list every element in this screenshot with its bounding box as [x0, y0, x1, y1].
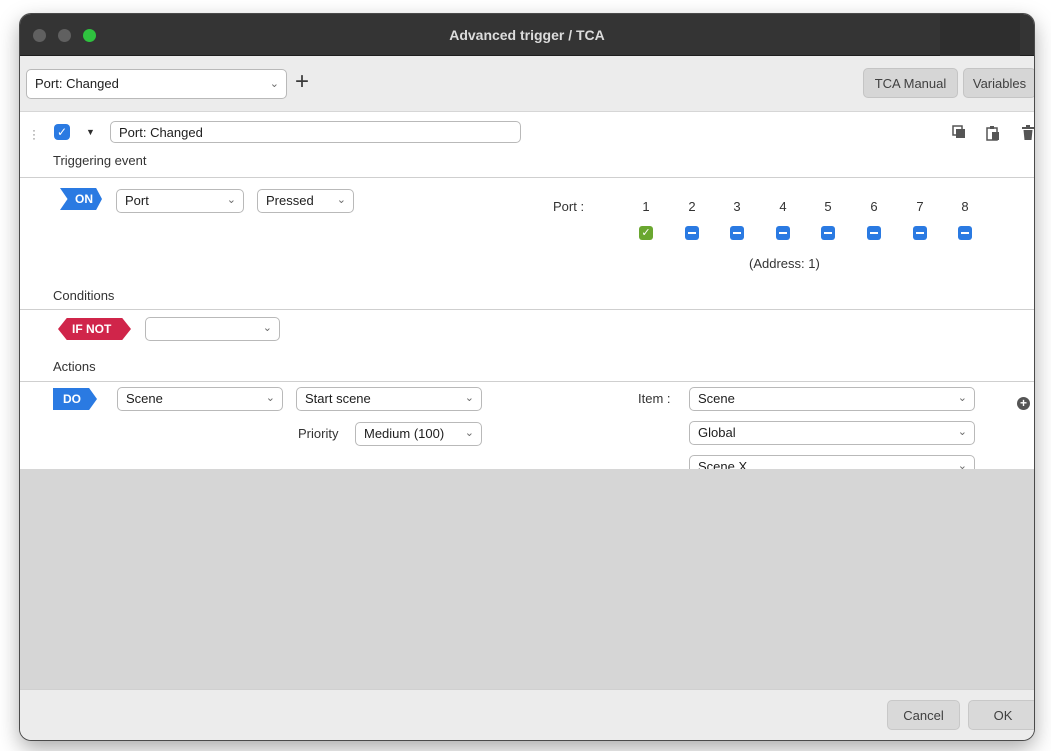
drag-handle-icon[interactable]: · · ·	[32, 124, 36, 144]
chevron-down-icon: ⌄	[464, 427, 474, 439]
action-command-select[interactable]: Start scene ⌄	[296, 387, 482, 411]
rule-editor: · · · ✓ ▼ Port: Changed Triggering event O…	[20, 112, 1034, 479]
add-action-icon[interactable]: +	[1017, 397, 1030, 410]
divider	[20, 381, 1034, 382]
port-2-checkbox[interactable]	[685, 226, 699, 240]
cancel-button[interactable]: Cancel	[887, 700, 960, 730]
ok-button[interactable]: OK	[968, 700, 1034, 730]
collapse-caret-icon[interactable]: ▼	[86, 127, 95, 137]
on-pill: ON	[60, 188, 102, 210]
paste-icon[interactable]	[986, 125, 1000, 144]
chevron-down-icon: ⌄	[957, 392, 967, 404]
item-category-value: Scene	[698, 391, 735, 406]
port-7-checkbox[interactable]	[913, 226, 927, 240]
item-label: Item :	[638, 391, 671, 406]
add-trigger-button[interactable]: +	[291, 68, 313, 98]
port-number: 3	[733, 199, 741, 214]
priority-label: Priority	[298, 426, 339, 441]
port-number: 2	[688, 199, 696, 214]
title-bar: Advanced trigger / TCA	[20, 14, 1034, 56]
port-3-checkbox[interactable]	[730, 226, 744, 240]
if-not-pill[interactable]: IF NOT	[58, 318, 131, 340]
port-label: Port :	[553, 199, 585, 214]
conditions-label: Conditions	[53, 288, 115, 303]
chevron-down-icon: ⌄	[262, 322, 272, 334]
chevron-down-icon: ⌄	[226, 194, 236, 206]
action-command-value: Start scene	[305, 391, 371, 406]
address-label: (Address: 1)	[749, 256, 820, 271]
port-number: 5	[824, 199, 832, 214]
trash-icon[interactable]	[1022, 125, 1034, 143]
priority-value: Medium (100)	[364, 426, 445, 441]
port-6-checkbox[interactable]	[867, 226, 881, 240]
chevron-down-icon: ⌄	[269, 78, 279, 90]
divider	[20, 309, 1034, 310]
chevron-down-icon: ⌄	[464, 392, 474, 404]
port-5-checkbox[interactable]	[821, 226, 835, 240]
event-type-select[interactable]: Pressed ⌄	[257, 189, 354, 213]
advanced-trigger-window: Advanced trigger / TCA Port: Changed ⌄ +…	[20, 14, 1034, 740]
port-4-checkbox[interactable]	[776, 226, 790, 240]
do-pill: DO	[53, 388, 97, 410]
port-number: 1	[642, 199, 650, 214]
port-8-checkbox[interactable]	[958, 226, 972, 240]
triggering-event-label: Triggering event	[53, 153, 147, 168]
chevron-down-icon: ⌄	[336, 194, 346, 206]
chevron-down-icon: ⌄	[957, 426, 967, 438]
variables-button[interactable]: Variables	[963, 68, 1034, 98]
priority-select[interactable]: Medium (100) ⌄	[355, 422, 482, 446]
actions-label: Actions	[53, 359, 96, 374]
tca-manual-button[interactable]: TCA Manual	[863, 68, 958, 98]
action-type-value: Scene	[126, 391, 163, 406]
footer: Cancel OK	[20, 689, 1034, 740]
action-type-select[interactable]: Scene ⌄	[117, 387, 283, 411]
condition-select[interactable]: ⌄	[145, 317, 280, 341]
event-type-value: Pressed	[266, 193, 314, 208]
port-number: 7	[916, 199, 924, 214]
event-source-value: Port	[125, 193, 149, 208]
title-bar-shade	[940, 14, 1020, 56]
item-group-select[interactable]: Global ⌄	[689, 421, 975, 445]
port-number: 4	[779, 199, 787, 214]
rule-name-input[interactable]: Port: Changed	[110, 121, 521, 143]
port-1-checkbox[interactable]: ✓	[639, 226, 653, 240]
trigger-select[interactable]: Port: Changed ⌄	[26, 69, 287, 99]
rule-enabled-checkbox[interactable]: ✓	[54, 124, 70, 140]
toolbar: Port: Changed ⌄ + TCA Manual Variables	[20, 56, 1034, 112]
item-category-select[interactable]: Scene ⌄	[689, 387, 975, 411]
port-number: 6	[870, 199, 878, 214]
copy-icon[interactable]	[952, 125, 966, 142]
empty-area	[20, 469, 1034, 689]
window-title: Advanced trigger / TCA	[449, 27, 605, 43]
chevron-down-icon: ⌄	[265, 392, 275, 404]
divider	[20, 177, 1034, 178]
trigger-select-value: Port: Changed	[35, 76, 119, 91]
item-group-value: Global	[698, 425, 736, 440]
port-number: 8	[961, 199, 969, 214]
event-source-select[interactable]: Port ⌄	[116, 189, 244, 213]
